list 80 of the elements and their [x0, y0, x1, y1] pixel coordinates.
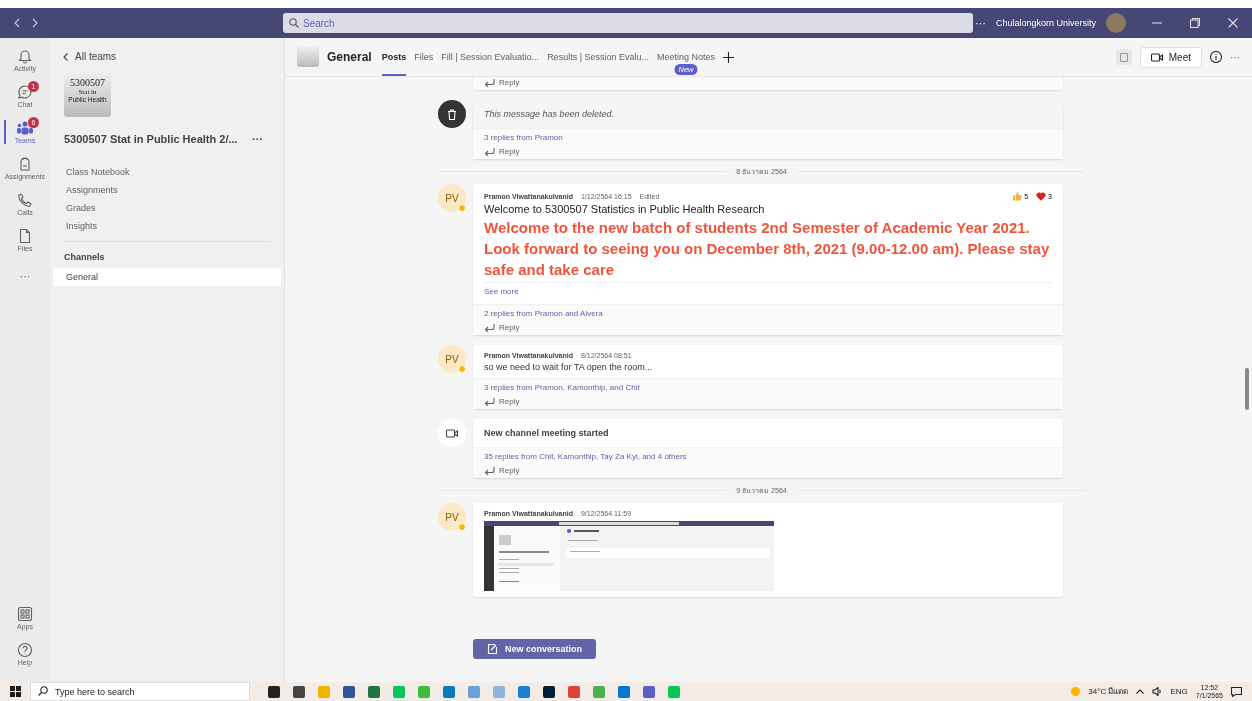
deleted-message: This message has been deleted.: [473, 100, 1063, 128]
channels-heading: Channels: [63, 251, 106, 264]
replies-link[interactable]: 2 replies from Pramon and Alvera: [484, 309, 1052, 318]
reply-icon: [484, 78, 495, 87]
reply-icon: [484, 397, 495, 406]
language-indicator[interactable]: ENG: [1170, 687, 1188, 696]
apps-icon: [17, 606, 33, 622]
taskbar-app-icon[interactable]: [343, 685, 355, 698]
meeting-title: New channel meeting started: [483, 427, 610, 440]
avatar: PV: [438, 184, 466, 212]
windows-start-icon: [9, 686, 21, 697]
more-button[interactable]: ···: [974, 17, 986, 29]
nav-item[interactable]: Assignments: [53, 181, 281, 199]
avatar: PV: [438, 345, 466, 373]
reply-button[interactable]: Reply: [484, 466, 1052, 475]
add-tab-icon: [723, 51, 735, 63]
meet-button[interactable]: Meet: [1139, 46, 1202, 68]
taskbar-app-icon[interactable]: [293, 685, 305, 698]
weather-text[interactable]: 34°C มีแดด: [1088, 685, 1129, 698]
see-more-link[interactable]: See more: [484, 282, 1052, 296]
camera-icon: [1150, 52, 1163, 62]
nav-item[interactable]: Grades: [53, 199, 281, 217]
message-subject: Welcome to 5300507 Statistics in Public Health Research: [484, 203, 766, 215]
bell-icon: [17, 48, 33, 64]
speaker-icon: [1152, 687, 1163, 696]
message-body: Welcome to the new batch of students 2nd Semester of Academic Year 2021. Look forward to seeing you on December 8th, 2021 (9.00-12.00 am). Please stay safe and take care: [484, 218, 1051, 280]
restore-icon: [1190, 18, 1200, 28]
notification-icon: [1231, 686, 1242, 697]
tab[interactable]: Posts: [381, 38, 407, 76]
search-icon: [38, 686, 48, 696]
reply-icon: [484, 323, 495, 332]
reply-button[interactable]: Reply: [484, 147, 1052, 156]
trash-icon: [447, 108, 457, 120]
backpack-icon: [17, 156, 33, 172]
team-name: 5300507 Stat in Public Health 2/...: [64, 133, 238, 145]
scrollbar[interactable]: [1245, 368, 1249, 410]
team-thumbnail: [297, 47, 319, 67]
profile-avatar[interactable]: [1106, 13, 1126, 33]
more-button[interactable]: ···: [1230, 51, 1240, 63]
taskbar-search-field[interactable]: Type here to search: [30, 682, 250, 701]
reply-button[interactable]: Reply: [484, 323, 1052, 332]
organization-name: Chulalongkorn University: [995, 18, 1096, 28]
book-icon: [1119, 52, 1128, 62]
help-icon: [17, 642, 33, 658]
search-icon: [289, 18, 299, 28]
reply-icon: [484, 466, 495, 475]
taskbar-app-icon[interactable]: [268, 685, 280, 698]
tab[interactable]: Fill | Session Evaluatio...: [441, 38, 540, 76]
message-text: so we need to wait for TA open the room...: [484, 362, 654, 372]
replies-link[interactable]: 3 replies from Pramon, Kamonthip, and Chit: [484, 383, 1052, 392]
search-field[interactable]: Search: [283, 13, 973, 33]
nav-item[interactable]: Insights: [53, 217, 281, 235]
channel-item[interactable]: General: [53, 268, 281, 286]
chevron-up-icon: [1136, 689, 1145, 694]
compose-icon: [487, 644, 497, 654]
replies-link[interactable]: 3 replies from Pramon: [484, 133, 1052, 142]
tab[interactable]: Files: [414, 38, 434, 76]
thumbs-up-icon: [1012, 191, 1023, 201]
camera-icon: [446, 428, 458, 438]
more-button[interactable]: ···: [252, 133, 263, 145]
file-icon: [17, 228, 33, 244]
chat-icon: [17, 84, 33, 100]
phone-icon: [17, 192, 33, 208]
all-teams-link[interactable]: All teams: [53, 48, 281, 65]
reply-button[interactable]: Reply: [484, 397, 1052, 406]
sun-icon: [1071, 687, 1081, 696]
channel-title: General: [327, 50, 372, 64]
notebook-icon[interactable]: [1115, 49, 1132, 65]
new-conversation-button[interactable]: New conversation: [473, 639, 597, 659]
info-icon: [1210, 51, 1222, 63]
nav-item[interactable]: Class Notebook: [53, 163, 281, 181]
taskbar-app-icon[interactable]: [543, 685, 555, 698]
chevron-left-icon: [63, 52, 68, 61]
close-icon: [1228, 18, 1238, 28]
rail-item[interactable]: ···: [0, 258, 50, 294]
heart-icon: [1036, 191, 1047, 201]
replies-link[interactable]: 35 replies from Chit, Kamonthip, Tay Za Kyi, and 4 others: [484, 452, 1052, 461]
reply-icon: [484, 147, 495, 156]
avatar: PV: [438, 503, 466, 531]
tab[interactable]: Results | Session Evalu...: [547, 38, 649, 76]
